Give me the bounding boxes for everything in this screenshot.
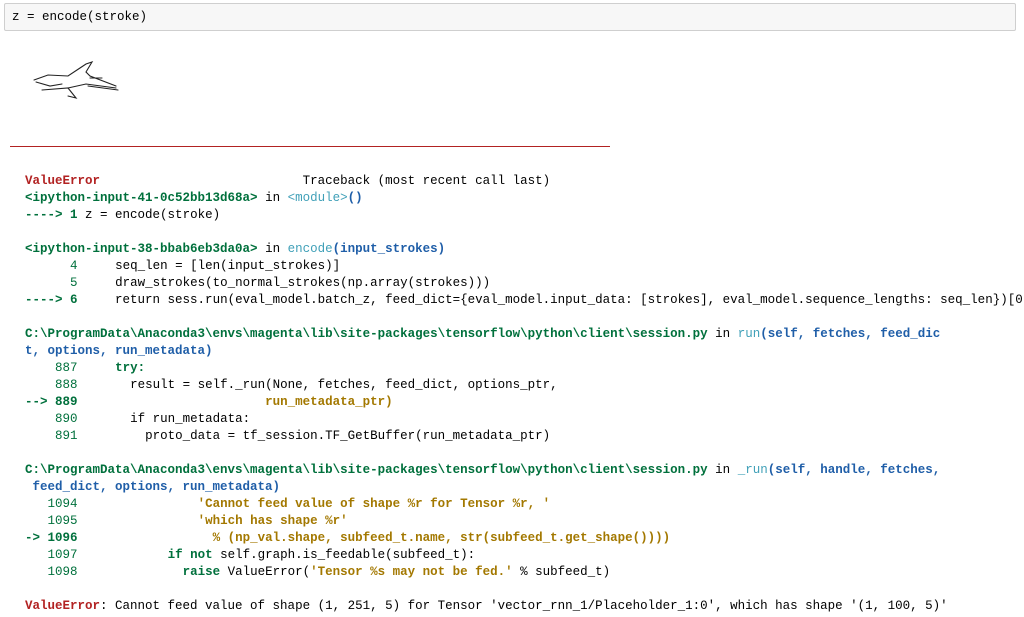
input-code[interactable]: z = encode(stroke) (12, 10, 147, 24)
frame-2-line-6: ----> 6 return sess.run(eval_model.batch… (25, 293, 1024, 307)
airplane-sketch-icon (33, 61, 119, 99)
code-input-cell[interactable]: z = encode(stroke) (4, 3, 1016, 31)
frame-3-line-891: 891 proto_data = tf_session.TF_GetBuffer… (55, 429, 551, 443)
final-error-message: ValueError: Cannot feed value of shape (… (25, 599, 948, 613)
frame-4-line-1098: 1098 raise ValueError('Tensor %s may not… (47, 565, 611, 579)
traceback-divider (10, 146, 610, 147)
frame-1-line-1: ----> 1 z = encode(stroke) (25, 208, 221, 222)
